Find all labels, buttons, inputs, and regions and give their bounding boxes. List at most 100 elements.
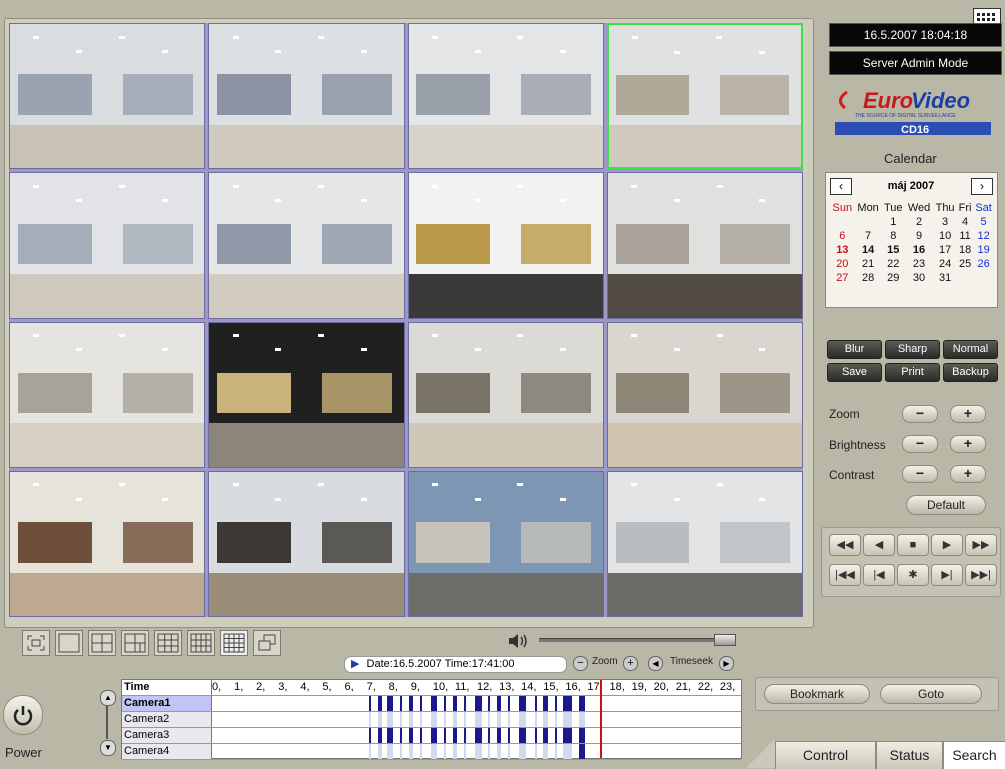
calendar-day[interactable]: 30 [905, 271, 933, 285]
six-layout-icon[interactable] [121, 630, 149, 656]
step-forward-button[interactable]: ▶| [931, 564, 963, 586]
single-layout-icon[interactable] [55, 630, 83, 656]
twelve-layout-icon[interactable] [187, 630, 215, 656]
timeline-zoom-in-button[interactable]: + [623, 656, 638, 671]
timeline-camera-row[interactable]: Camera4 [122, 744, 741, 760]
timeline-cursor[interactable] [600, 680, 603, 758]
volume-slider-handle[interactable] [714, 634, 736, 646]
bookmark-button[interactable]: Bookmark [764, 684, 870, 704]
calendar-day[interactable]: 8 [882, 229, 905, 243]
sequence-layout-icon[interactable] [253, 630, 281, 656]
calendar-day[interactable]: 19 [973, 243, 994, 257]
calendar-day[interactable]: 17 [933, 243, 957, 257]
timeline-scroll-up[interactable]: ▲ [100, 690, 116, 706]
brightness-plus-button[interactable]: + [950, 435, 986, 453]
camera-tile[interactable] [606, 321, 803, 468]
recording-timeline[interactable]: Time 0, 1, 2, 3, 4, 5, 6, 7, 8, 9, 10, 11, 12, 13, 14, 1… [121, 679, 742, 760]
calendar-day[interactable]: 26 [973, 257, 994, 271]
camera-tile[interactable] [208, 321, 405, 468]
timeline-zoom-out-button[interactable]: − [573, 656, 588, 671]
calendar-day[interactable]: 28 [855, 271, 882, 285]
camera-tile[interactable] [606, 470, 803, 617]
fast-forward-button[interactable]: ▶▶ [965, 534, 997, 556]
calendar-day[interactable]: 7 [855, 229, 882, 243]
timeline-camera-label[interactable]: Camera2 [122, 712, 212, 727]
calendar-day[interactable]: 22 [882, 257, 905, 271]
calendar-day[interactable]: 4 [957, 215, 973, 229]
tab-control[interactable]: Control [775, 741, 876, 769]
date-time-field[interactable]: ▶ Date:16.5.2007 Time:17:41:00 [344, 656, 567, 673]
calendar-day[interactable]: 16 [905, 243, 933, 257]
camera-tile[interactable] [9, 321, 206, 468]
calendar-day[interactable]: 3 [933, 215, 957, 229]
camera-tile[interactable] [9, 172, 206, 319]
timeline-scrollbar[interactable] [106, 706, 108, 739]
blur-button[interactable]: Blur [827, 340, 882, 359]
skip-end-button[interactable]: ▶▶| [965, 564, 997, 586]
timeseek-back-button[interactable]: ◀ [648, 656, 663, 671]
zoom-minus-button[interactable]: − [902, 405, 938, 423]
calendar-day[interactable]: 31 [933, 271, 957, 285]
timeline-camera-label[interactable]: Camera4 [122, 744, 212, 759]
contrast-plus-button[interactable]: + [950, 465, 986, 483]
tab-status[interactable]: Status [876, 741, 943, 769]
skip-start-button[interactable]: |◀◀ [829, 564, 861, 586]
sharp-button[interactable]: Sharp [885, 340, 940, 359]
calendar-day[interactable]: 11 [957, 229, 973, 243]
camera-tile[interactable] [407, 172, 604, 319]
default-button[interactable]: Default [906, 495, 986, 515]
camera-tile[interactable] [407, 23, 604, 170]
camera-tile[interactable] [9, 470, 206, 617]
timeline-camera-label[interactable]: Camera1 [122, 696, 212, 711]
calendar-day[interactable]: 1 [882, 215, 905, 229]
calendar-day[interactable]: 18 [957, 243, 973, 257]
timeline-camera-row[interactable]: Camera1 [122, 696, 741, 712]
calendar-day[interactable]: 20 [830, 257, 855, 271]
camera-tile[interactable] [606, 23, 803, 170]
calendar-day[interactable]: 12 [973, 229, 994, 243]
camera-tile[interactable] [9, 23, 206, 170]
walk-icon[interactable]: ✱ [897, 564, 929, 586]
calendar-day[interactable]: 25 [957, 257, 973, 271]
backup-button[interactable]: Backup [943, 363, 998, 382]
calendar-day[interactable]: 14 [855, 243, 882, 257]
step-back-button[interactable]: |◀ [863, 564, 895, 586]
timeseek-forward-button[interactable]: ▶ [719, 656, 734, 671]
rewind-button[interactable]: ◀ [863, 534, 895, 556]
camera-tile[interactable] [606, 172, 803, 319]
calendar-day[interactable]: 15 [882, 243, 905, 257]
zoom-plus-button[interactable]: + [950, 405, 986, 423]
next-month-button[interactable]: › [971, 178, 993, 195]
calendar-day[interactable]: 9 [905, 229, 933, 243]
camera-tile[interactable] [208, 23, 405, 170]
contrast-minus-button[interactable]: − [902, 465, 938, 483]
nine-layout-icon[interactable] [154, 630, 182, 656]
tab-search[interactable]: Search [943, 741, 1005, 769]
fullscreen-layout-icon[interactable] [22, 630, 50, 656]
calendar-day[interactable]: 13 [830, 243, 855, 257]
speaker-icon[interactable] [506, 631, 530, 651]
power-button[interactable] [3, 695, 43, 735]
quad-layout-icon[interactable] [88, 630, 116, 656]
timeline-camera-row[interactable]: Camera3 [122, 728, 741, 744]
calendar-day[interactable]: 24 [933, 257, 957, 271]
timeline-camera-label[interactable]: Camera3 [122, 728, 212, 743]
calendar-day[interactable]: 6 [830, 229, 855, 243]
volume-slider[interactable] [539, 638, 733, 642]
timeline-camera-row[interactable]: Camera2 [122, 712, 741, 728]
save-button[interactable]: Save [827, 363, 882, 382]
camera-tile[interactable] [208, 172, 405, 319]
camera-tile[interactable] [407, 321, 604, 468]
stop-button[interactable]: ■ [897, 534, 929, 556]
calendar-day[interactable]: 27 [830, 271, 855, 285]
calendar-day[interactable]: 5 [973, 215, 994, 229]
calendar-day[interactable]: 2 [905, 215, 933, 229]
play-button[interactable]: ▶ [931, 534, 963, 556]
calendar-day[interactable]: 23 [905, 257, 933, 271]
brightness-minus-button[interactable]: − [902, 435, 938, 453]
timeline-scroll-down[interactable]: ▼ [100, 740, 116, 756]
calendar-day[interactable]: 29 [882, 271, 905, 285]
prev-month-button[interactable]: ‹ [830, 178, 852, 195]
camera-tile[interactable] [407, 470, 604, 617]
normal-button[interactable]: Normal [943, 340, 998, 359]
